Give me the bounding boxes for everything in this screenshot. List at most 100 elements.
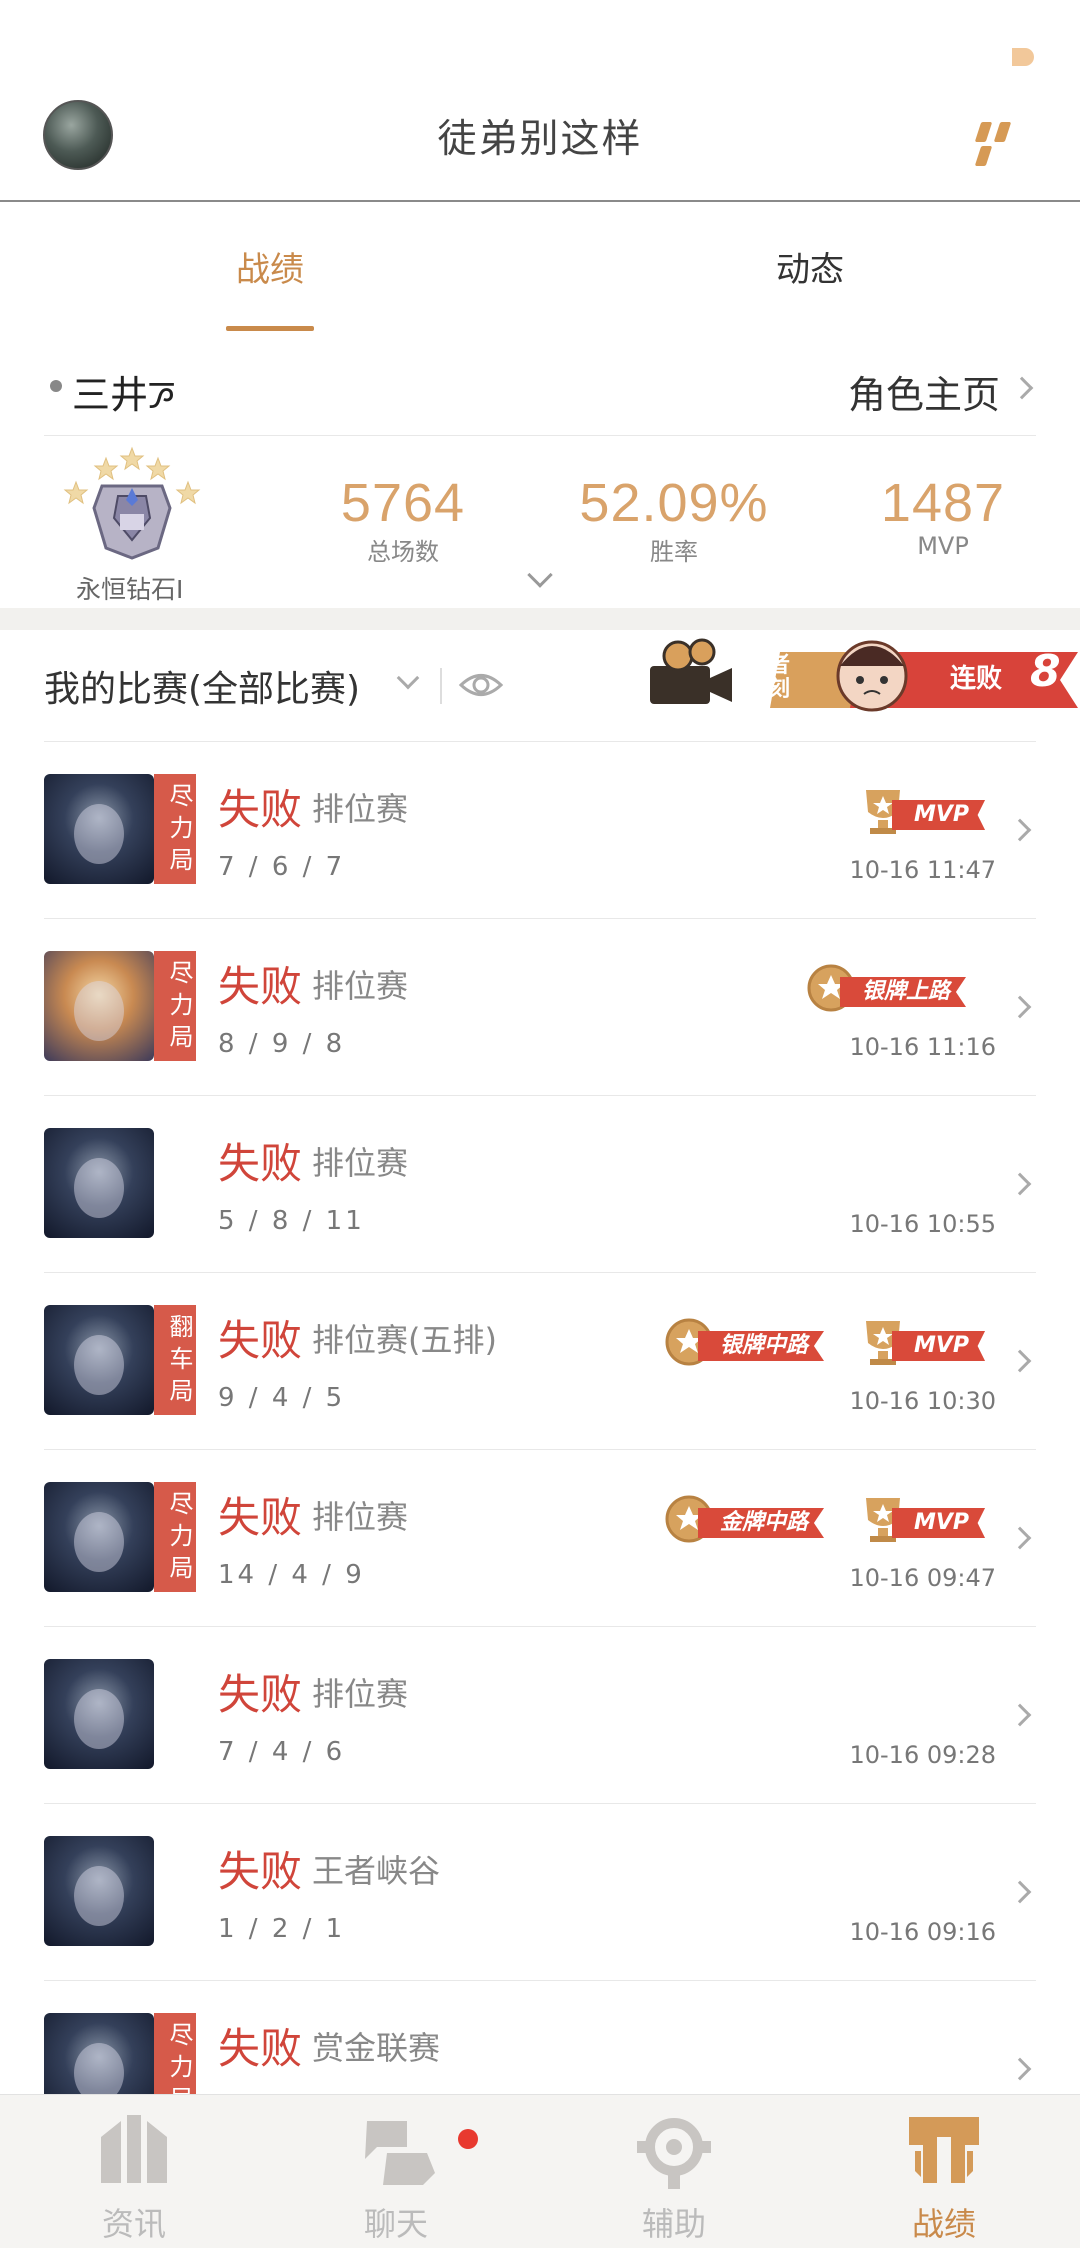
nav-news[interactable]: 资讯	[54, 2107, 214, 2245]
nav-assist[interactable]: 辅助	[594, 2107, 754, 2245]
hero-portrait	[44, 774, 154, 884]
rank-badge-icon	[63, 446, 201, 560]
match-mode: 排位赛	[312, 967, 409, 1005]
match-time: 10-16 11:16	[849, 1033, 996, 1061]
match-time: 10-16 10:55	[849, 1210, 996, 1238]
tab-record[interactable]: 战绩	[236, 242, 304, 291]
king-moment-banner[interactable]: 王者时刻 连败 8	[650, 630, 1078, 716]
match-mode: 排位赛	[312, 1675, 409, 1713]
match-result: 失败	[218, 2024, 303, 2073]
total-games-value: 5764	[340, 473, 466, 533]
badge-label: MVP	[892, 800, 986, 830]
hero-face	[74, 804, 124, 864]
hero-face	[74, 1512, 124, 1572]
badge-label: 金牌中路	[698, 1508, 825, 1538]
section-divider	[0, 608, 1080, 630]
chevron-right-icon	[1008, 1526, 1032, 1550]
page-title: 徒弟别这样	[437, 117, 643, 162]
online-dot-icon	[50, 380, 62, 392]
hero-face	[74, 1689, 124, 1749]
divider	[440, 668, 442, 704]
match-list: 尽力局 失败 排位赛 7 / 6 / 7 10-16 11:47 MVP 尽力局 失败 排位赛 8…	[44, 742, 1036, 2158]
match-kda: 9 / 4 / 5	[218, 1383, 346, 1413]
match-time: 10-16 11:47	[849, 856, 996, 884]
match-mode: 排位赛(五排)	[312, 1321, 497, 1359]
match-tag: 尽力局	[154, 774, 196, 884]
banner-art-icon	[650, 638, 1078, 712]
role-name: 三井ꯍ	[72, 373, 176, 417]
chevron-right-icon	[1008, 1349, 1032, 1373]
hero-face	[74, 1335, 124, 1395]
banner-streak-number: 8	[1030, 646, 1061, 697]
match-row[interactable]: 失败 排位赛 5 / 8 / 11 10-16 10:55	[44, 1096, 1036, 1273]
stat-mvp: 1487 MVP	[823, 472, 1063, 560]
banner-moment-label: 王者时刻	[746, 653, 791, 702]
match-tag: 尽力局	[154, 1482, 196, 1592]
match-result: 失败	[218, 785, 303, 834]
assist-icon	[637, 2118, 711, 2189]
match-time: 10-16 10:30	[849, 1387, 996, 1415]
tab-dynamic[interactable]: 动态	[776, 242, 844, 291]
expand-stats-chevron-icon[interactable]	[527, 562, 553, 588]
match-row[interactable]: 尽力局 失败 排位赛 8 / 9 / 8 10-16 11:16 银牌上路	[44, 919, 1036, 1096]
status-indicator-icon	[1012, 48, 1034, 66]
match-time: 10-16 09:28	[849, 1741, 996, 1769]
match-row[interactable]: 翻车局 失败 排位赛(五排) 9 / 4 / 5 10-16 10:30 银牌中路 MVP	[44, 1273, 1036, 1450]
hero-portrait	[44, 1836, 154, 1946]
chat-icon	[365, 2121, 435, 2185]
role-homepage-link[interactable]: 角色主页	[848, 364, 1000, 419]
hero-portrait	[44, 1659, 154, 1769]
match-time: 10-16 09:16	[849, 1918, 996, 1946]
hero-portrait	[44, 1128, 154, 1238]
news-icon	[101, 2115, 167, 2183]
hero-portrait	[44, 1305, 154, 1415]
match-result: 失败	[218, 962, 303, 1011]
chevron-right-icon	[1008, 818, 1032, 842]
nav-chat[interactable]: 聊天	[316, 2107, 476, 2245]
position-badge: 银牌上路	[806, 963, 996, 1012]
win-rate-value: 52.09%	[579, 473, 769, 533]
badge-label: MVP	[892, 1331, 986, 1361]
match-result: 失败	[218, 1316, 303, 1365]
match-mode: 王者峡谷	[312, 1852, 441, 1890]
match-mode: 排位赛	[312, 1144, 409, 1182]
bottom-nav: 资讯 聊天 辅助 战绩	[0, 2094, 1080, 2248]
match-tag: 翻车局	[154, 1305, 196, 1415]
eye-icon[interactable]	[458, 668, 504, 702]
match-kda: 5 / 8 / 11	[218, 1206, 365, 1236]
position-badge: 银牌中路	[664, 1317, 854, 1366]
nav-record-label: 战绩	[911, 2205, 976, 2243]
mvp-badge: MVP	[858, 1317, 992, 1365]
tab-active-indicator	[226, 326, 314, 331]
match-row[interactable]: 失败 排位赛 7 / 4 / 6 10-16 09:28	[44, 1627, 1036, 1804]
stat-total-games: 5764 总场数	[283, 472, 523, 567]
match-row[interactable]: 尽力局 失败 排位赛 7 / 6 / 7 10-16 11:47 MVP	[44, 742, 1036, 919]
match-row[interactable]: 失败 王者峡谷 1 / 2 / 1 10-16 09:16	[44, 1804, 1036, 1981]
mvp-badge: MVP	[858, 1494, 992, 1542]
nav-assist-label: 辅助	[641, 2205, 706, 2243]
match-kda: 1 / 2 / 1	[218, 1914, 346, 1944]
match-mode: 赏金联赛	[312, 2029, 441, 2067]
match-filter-row: 我的比赛(全部比赛) 王者时刻 连败 8	[44, 630, 1078, 742]
position-badge: 金牌中路	[664, 1494, 854, 1543]
tab-bar: 战绩 动态	[0, 202, 1080, 332]
chevron-down-icon[interactable]	[396, 666, 420, 690]
stat-win-rate: 52.09% 胜率	[554, 472, 794, 567]
hero-face	[74, 981, 124, 1041]
match-kda: 7 / 6 / 7	[218, 852, 346, 882]
win-rate-label: 胜率	[650, 538, 698, 566]
role-row[interactable]: 三井ꯍ 角色主页	[44, 350, 1036, 436]
mvp-value: 1487	[880, 473, 1006, 533]
match-time: 10-16 09:47	[849, 1564, 996, 1592]
match-filter-dropdown[interactable]: 我的比赛(全部比赛)	[44, 660, 360, 712]
nav-record[interactable]: 战绩	[864, 2107, 1024, 2245]
badge-label: 银牌中路	[698, 1331, 825, 1361]
hero-face	[74, 1158, 124, 1218]
badge-label: 银牌上路	[840, 977, 967, 1007]
match-row[interactable]: 尽力局 失败 排位赛 14 / 4 / 9 10-16 09:47 金牌中路 MVP	[44, 1450, 1036, 1627]
total-games-label: 总场数	[367, 538, 439, 566]
more-options-icon[interactable]	[974, 122, 1034, 166]
rank-label: 永恒钻石I	[76, 575, 184, 604]
chevron-right-icon	[1008, 2057, 1032, 2081]
match-mode: 排位赛	[312, 790, 409, 828]
